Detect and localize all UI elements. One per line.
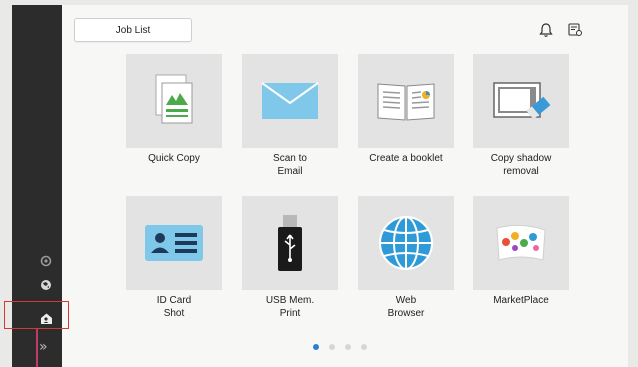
app-label: MarketPlace bbox=[493, 295, 549, 306]
app-id-card-shot[interactable]: ID Card Shot bbox=[126, 196, 222, 322]
job-list-button[interactable]: Job List bbox=[74, 18, 192, 42]
page-dot[interactable] bbox=[345, 344, 351, 350]
app-label: Create a booklet bbox=[369, 153, 443, 164]
settings-icon[interactable] bbox=[39, 254, 53, 268]
app-web-browser[interactable]: Web Browser bbox=[358, 196, 454, 322]
page-dot[interactable] bbox=[361, 344, 367, 350]
app-marketplace[interactable]: MarketPlace bbox=[473, 196, 569, 322]
highlight-box bbox=[4, 301, 69, 329]
app-label: USB Mem. Print bbox=[265, 295, 315, 319]
callout-line bbox=[36, 329, 38, 367]
eraser-icon bbox=[473, 54, 569, 148]
globe-icon bbox=[358, 196, 454, 290]
app-label: Quick Copy bbox=[148, 153, 200, 164]
page-dot[interactable] bbox=[313, 344, 319, 350]
id-card-icon bbox=[126, 196, 222, 290]
envelope-icon bbox=[242, 54, 338, 148]
marketplace-icon bbox=[473, 196, 569, 290]
page-indicator bbox=[313, 344, 367, 350]
copy-document-icon bbox=[126, 54, 222, 148]
expand-icon[interactable]: » bbox=[39, 339, 48, 355]
app-scan-to-email[interactable]: Scan to Email bbox=[242, 54, 338, 180]
usb-icon bbox=[242, 196, 338, 290]
app-create-booklet[interactable]: Create a booklet bbox=[358, 54, 454, 180]
app-copy-shadow-removal[interactable]: Copy shadow removal bbox=[473, 54, 569, 180]
app-label: Copy shadow removal bbox=[490, 153, 552, 177]
app-quick-copy[interactable]: Quick Copy bbox=[126, 54, 222, 180]
page-dot[interactable] bbox=[329, 344, 335, 350]
bell-icon[interactable] bbox=[537, 20, 555, 40]
app-usb-mem-print[interactable]: USB Mem. Print bbox=[242, 196, 338, 322]
main-screen: Job List Quick Copy Scan to Email Create… bbox=[62, 5, 628, 367]
device-frame-right bbox=[628, 0, 638, 367]
app-label: Web Browser bbox=[387, 295, 425, 319]
booklet-icon bbox=[358, 54, 454, 148]
app-label: ID Card Shot bbox=[156, 295, 192, 319]
user-recall-icon[interactable] bbox=[566, 20, 584, 40]
app-label: Scan to Email bbox=[273, 153, 307, 177]
language-icon[interactable] bbox=[39, 278, 53, 292]
